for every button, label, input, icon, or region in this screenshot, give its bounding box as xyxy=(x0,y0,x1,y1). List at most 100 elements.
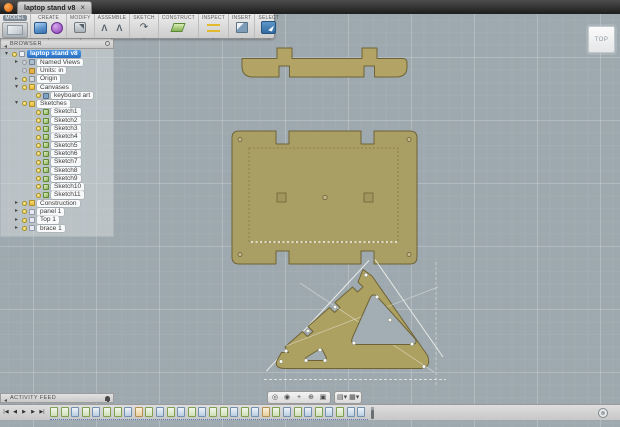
visibility-bulb-icon[interactable] xyxy=(36,167,41,173)
group-dropdown-caret-icon[interactable] xyxy=(241,34,243,38)
tab-close-icon[interactable]: × xyxy=(80,4,85,12)
group-dropdown-caret-icon[interactable] xyxy=(212,34,214,38)
tree-item-label[interactable]: Named Views xyxy=(37,58,83,67)
group-dropdown-caret-icon[interactable] xyxy=(79,34,81,38)
visibility-bulb-icon[interactable] xyxy=(12,51,17,57)
visibility-bulb-icon[interactable] xyxy=(22,209,27,215)
tree-item-label[interactable]: keyboard art xyxy=(51,91,94,100)
timeline-feature-icon[interactable] xyxy=(166,406,175,417)
browser-tree-item[interactable]: Sketch3 xyxy=(1,125,113,133)
visibility-bulb-icon[interactable] xyxy=(22,217,27,223)
group-dropdown-caret-icon[interactable] xyxy=(177,34,179,38)
nav-view-button[interactable]: ◉ xyxy=(281,393,293,403)
timeline-feature-icon[interactable] xyxy=(336,406,345,417)
visibility-bulb-icon[interactable] xyxy=(36,184,41,190)
tree-item-label[interactable]: Sketch11 xyxy=(51,191,84,199)
expander-icon[interactable] xyxy=(3,51,10,58)
group-dropdown-caret-icon[interactable] xyxy=(143,34,145,38)
timeline-feature-icon[interactable] xyxy=(155,406,164,417)
expander-icon[interactable] xyxy=(13,84,20,91)
tree-item-label[interactable]: Sketch6 xyxy=(51,149,81,158)
timeline-playback-button[interactable]: ◀ xyxy=(11,407,19,418)
visibility-bulb-icon[interactable] xyxy=(36,159,41,165)
browser-tree-item[interactable]: Sketch7 xyxy=(1,158,113,166)
tree-item-label[interactable]: Sketch5 xyxy=(51,141,81,150)
browser-tree-item[interactable]: Sketches xyxy=(1,100,113,108)
visibility-bulb-icon[interactable] xyxy=(36,192,41,198)
timeline-playback-button[interactable]: ▶| xyxy=(38,407,46,418)
timeline-feature-icon[interactable] xyxy=(177,406,186,417)
browser-tree-item[interactable]: Canvases xyxy=(1,83,113,92)
browser-tree-item[interactable]: Sketch2 xyxy=(1,116,113,125)
toolbar-icon[interactable] xyxy=(170,23,186,32)
visibility-bulb-icon[interactable] xyxy=(22,59,27,65)
visibility-bulb-icon[interactable] xyxy=(36,142,41,148)
tree-item-label[interactable]: Units: in xyxy=(37,66,67,75)
display-settings-button[interactable]: ▦▾ xyxy=(348,393,360,403)
timeline-feature-icon[interactable] xyxy=(272,406,281,417)
nav-view-button[interactable]: ◎ xyxy=(269,393,281,403)
tree-item-label[interactable]: Construction xyxy=(37,199,80,208)
tree-item-label[interactable]: brace 1 xyxy=(37,224,65,233)
view-cube-top-face[interactable]: TOP xyxy=(595,37,609,43)
expander-icon[interactable] xyxy=(13,217,20,224)
toolbar-icon[interactable] xyxy=(261,21,277,34)
visibility-bulb-icon[interactable] xyxy=(36,176,41,182)
activity-feed-bar[interactable]: ACTIVITY FEED xyxy=(0,393,114,403)
timeline-feature-icon[interactable] xyxy=(325,406,334,417)
browser-tree-item[interactable]: brace 1 xyxy=(1,224,113,233)
expander-icon[interactable] xyxy=(13,100,20,107)
visibility-bulb-icon[interactable] xyxy=(36,151,41,157)
toolbar-icon[interactable] xyxy=(74,22,87,33)
timeline-feature-icon[interactable] xyxy=(230,406,239,417)
browser-tree-item[interactable]: Sketch10 xyxy=(1,183,113,191)
visibility-bulb-icon[interactable] xyxy=(22,225,27,231)
timeline-feature-icon[interactable] xyxy=(124,406,133,417)
timeline-options-gear-icon[interactable] xyxy=(598,408,608,418)
expander-icon[interactable] xyxy=(13,225,20,232)
tree-item-label[interactable]: Top 1 xyxy=(37,216,59,224)
group-dropdown-caret-icon[interactable] xyxy=(111,34,113,38)
fusion-logo-icon[interactable] xyxy=(4,3,13,12)
timeline-feature-icon[interactable] xyxy=(251,406,260,417)
brace-body[interactable] xyxy=(264,259,446,387)
collapse-panel-icon[interactable] xyxy=(4,389,7,407)
tree-item-label[interactable]: Sketch2 xyxy=(51,116,81,125)
nav-view-button[interactable]: ▣ xyxy=(317,393,329,403)
group-dropdown-caret-icon[interactable] xyxy=(47,34,49,38)
tree-item-label[interactable]: Canvases xyxy=(37,83,72,92)
timeline-feature-icon[interactable] xyxy=(219,406,228,417)
browser-tree-item[interactable]: Origin xyxy=(1,75,113,83)
timeline-feature-icon[interactable] xyxy=(304,406,313,417)
tree-item-label[interactable]: panel 1 xyxy=(37,208,65,216)
tree-item-label[interactable]: Origin xyxy=(37,75,61,83)
timeline-playback-button[interactable]: |◀ xyxy=(2,407,10,418)
timeline-feature-icon[interactable] xyxy=(198,406,207,417)
display-settings-button[interactable]: ▤▾ xyxy=(336,393,348,403)
expander-icon[interactable] xyxy=(13,76,20,83)
workspace-switcher-button[interactable] xyxy=(2,22,28,38)
timeline-feature-icon[interactable] xyxy=(145,406,154,417)
browser-tree-item[interactable]: Sketch9 xyxy=(1,174,113,183)
nav-view-button[interactable]: + xyxy=(293,393,305,403)
browser-tree-item[interactable]: keyboard art xyxy=(1,91,113,100)
timeline-feature-icon[interactable] xyxy=(187,406,196,417)
view-cube[interactable]: TOP xyxy=(588,26,615,53)
visibility-bulb-icon[interactable] xyxy=(36,118,41,124)
tree-item-label[interactable]: Sketch8 xyxy=(51,166,81,175)
timeline-feature-icon[interactable] xyxy=(134,406,143,417)
timeline-feature-icon[interactable] xyxy=(293,406,302,417)
tree-item-label[interactable]: Sketch4 xyxy=(51,133,81,141)
timeline-feature-icon[interactable] xyxy=(208,406,217,417)
timeline-feature-icon[interactable] xyxy=(357,406,366,417)
main-panel-body[interactable] xyxy=(231,130,418,265)
toolbar-icon[interactable] xyxy=(114,22,125,34)
browser-tree-item[interactable]: Construction xyxy=(1,199,113,208)
tree-item-label[interactable]: Sketch10 xyxy=(51,183,85,191)
browser-tree-item[interactable]: Units: in xyxy=(1,66,113,75)
workspace-switcher[interactable]: MODEL xyxy=(0,14,31,38)
browser-tree-item[interactable]: Sketch5 xyxy=(1,141,113,150)
tree-item-label[interactable]: laptop stand v8 xyxy=(27,50,81,58)
tree-item-label[interactable]: Sketches xyxy=(37,100,70,108)
timeline-playback-button[interactable]: ▶ xyxy=(29,407,37,418)
